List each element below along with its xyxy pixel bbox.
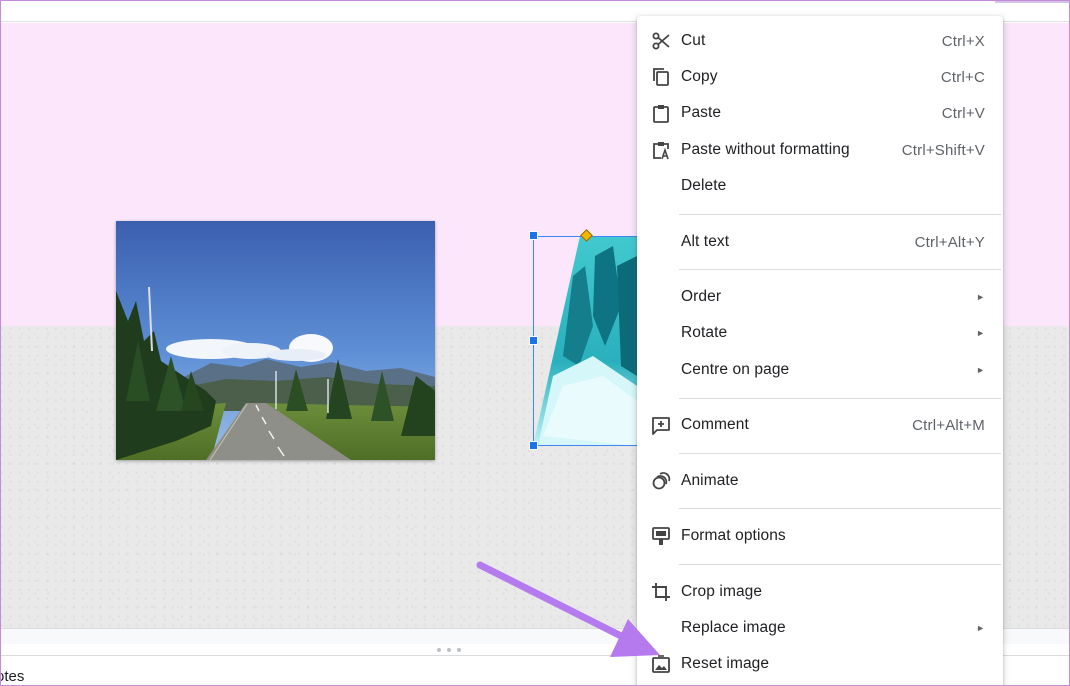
menu-item-label: Paste	[681, 104, 722, 121]
menu-item-comment[interactable]: Comment Ctrl+Alt+M	[637, 408, 1003, 442]
menu-item-label: Replace image	[681, 619, 786, 636]
menu-item-label: Format options	[681, 527, 786, 544]
notes-resize-handle[interactable]	[437, 648, 461, 652]
format-options-icon	[651, 526, 671, 546]
menu-item-label: Crop image	[681, 583, 763, 600]
speaker-notes-label: otes	[0, 668, 25, 685]
menu-item-label: Reset image	[681, 655, 770, 672]
add-comment-icon	[651, 415, 671, 435]
menu-item-label: Copy	[681, 68, 718, 85]
resize-handle-left[interactable]	[529, 336, 538, 345]
clipboard-text-icon	[651, 140, 671, 160]
menu-item-shortcut: Ctrl+Shift+V	[901, 141, 985, 159]
menu-separator	[679, 269, 1001, 270]
menu-item-label: Comment	[681, 416, 749, 433]
menu-item-delete[interactable]: Delete	[637, 169, 1003, 203]
menu-item-label: Rotate	[681, 324, 728, 341]
menu-item-shortcut: Ctrl+V	[941, 104, 985, 122]
menu-separator	[679, 453, 1001, 454]
menu-item-shortcut: Ctrl+C	[940, 68, 985, 86]
clipboard-icon	[651, 103, 671, 123]
menu-item-label: Cut	[681, 32, 706, 49]
snow-trees-image[interactable]	[533, 236, 637, 446]
menu-item-label: Alt text	[681, 233, 730, 250]
menu-item-replace-image[interactable]: Replace image ►	[637, 611, 1003, 645]
menu-item-rotate[interactable]: Rotate ►	[637, 316, 1003, 350]
menu-item-reset-image[interactable]: Reset image	[637, 647, 1003, 681]
menu-item-order[interactable]: Order ►	[637, 280, 1003, 314]
copy-icon	[651, 67, 671, 87]
menu-item-label: Animate	[681, 472, 739, 489]
menu-separator	[679, 214, 1001, 215]
menu-item-label: Paste without formatting	[681, 141, 850, 158]
submenu-arrow-icon: ►	[976, 623, 985, 633]
selection-border-bottom	[533, 445, 637, 446]
resize-handle-top-left[interactable]	[529, 231, 538, 240]
menu-item-format-options[interactable]: Format options	[637, 519, 1003, 553]
menu-item-animate[interactable]: Animate	[637, 464, 1003, 498]
menu-item-label: Delete	[681, 177, 727, 194]
menu-item-shortcut: Ctrl+Alt+M	[912, 416, 985, 434]
menu-separator	[679, 398, 1001, 399]
menu-item-cut[interactable]: Cut Ctrl+X	[637, 24, 1003, 58]
submenu-arrow-icon: ►	[976, 292, 985, 302]
menu-item-centre-on-page[interactable]: Centre on page ►	[637, 353, 1003, 387]
menu-item-shortcut: Ctrl+Alt+Y	[914, 233, 985, 251]
menu-separator	[679, 564, 1001, 565]
menu-separator	[679, 508, 1001, 509]
menu-item-crop-image[interactable]: Crop image	[637, 575, 1003, 609]
resize-handle-bottom-left[interactable]	[529, 441, 538, 450]
submenu-arrow-icon: ►	[976, 328, 985, 338]
top-accent	[995, 0, 1070, 3]
menu-item-alt-text[interactable]: Alt text Ctrl+Alt+Y	[637, 225, 1003, 259]
menu-item-paste-without-formatting[interactable]: Paste without formatting Ctrl+Shift+V	[637, 133, 1003, 167]
annotation-arrow-icon	[476, 561, 660, 657]
scissors-icon	[651, 31, 671, 51]
menu-item-label: Centre on page	[681, 361, 790, 378]
submenu-arrow-icon: ►	[976, 365, 985, 375]
menu-item-copy[interactable]: Copy Ctrl+C	[637, 60, 1003, 94]
road-landscape-image[interactable]	[116, 221, 435, 460]
menu-item-shortcut: Ctrl+X	[941, 32, 985, 50]
animate-icon	[651, 471, 671, 491]
menu-item-paste[interactable]: Paste Ctrl+V	[637, 96, 1003, 130]
context-menu: Cut Ctrl+X Copy Ctrl+C Paste Ctrl+V Past…	[637, 16, 1003, 686]
menu-item-label: Order	[681, 288, 722, 305]
